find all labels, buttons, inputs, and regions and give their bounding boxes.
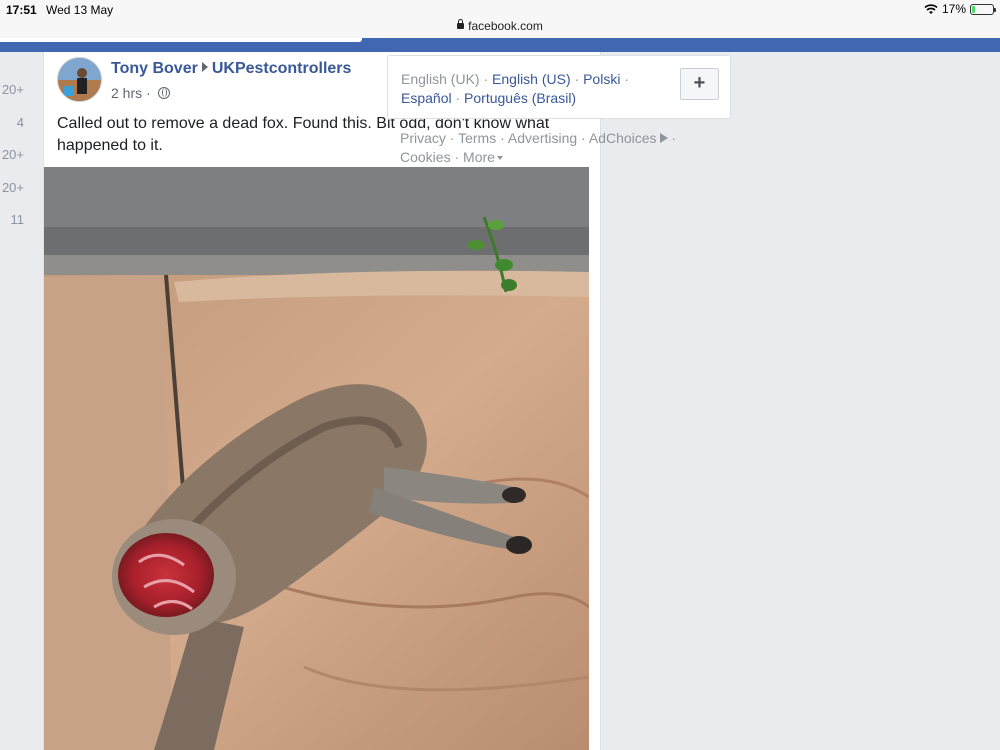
language-list: English (UK) · English (US) · Polski · E…	[401, 71, 630, 106]
post-author-line: Tony Bover UKPestcontrollers	[111, 60, 351, 78]
footer-link-more[interactable]: More	[463, 149, 495, 165]
avatar[interactable]	[57, 57, 102, 102]
footer-links: Privacy · Terms · Advertising · AdChoice…	[400, 130, 677, 165]
footer-link-terms[interactable]: Terms	[458, 130, 496, 146]
battery-percent: 17%	[941, 2, 966, 16]
language-option[interactable]: Português (Brasil)	[464, 90, 576, 106]
footer-link-privacy[interactable]: Privacy	[400, 130, 446, 146]
footer-link-advertising[interactable]: Advertising	[508, 130, 577, 146]
triangle-right-icon	[201, 62, 208, 72]
footer-link-cookies[interactable]: Cookies	[400, 149, 451, 165]
post-timestamp[interactable]: 2 hrs	[111, 85, 142, 101]
count-badge: 20+	[1, 147, 24, 162]
count-badge: 20+	[1, 82, 24, 97]
count-badge: 11	[10, 212, 25, 227]
footer-link-adchoices[interactable]: AdChoices	[589, 130, 657, 146]
ios-status-bar: 17:51 Wed 13 May facebook.com 17%	[0, 0, 1000, 38]
battery-icon	[970, 3, 996, 15]
language-option[interactable]: English (US)	[492, 71, 571, 87]
status-icons: 17%	[924, 2, 996, 16]
globe-icon	[157, 87, 170, 99]
count-badge: 4	[16, 114, 24, 130]
avatar-photo	[58, 58, 101, 101]
address-bar[interactable]: facebook.com	[0, 19, 1000, 33]
date: Wed 13 May	[46, 3, 114, 17]
wifi-icon	[924, 3, 938, 14]
caret-down-icon	[496, 156, 503, 160]
clock: 17:51	[6, 3, 37, 17]
post-meta: 2 hrs ·	[111, 85, 170, 101]
search-bar[interactable]	[0, 38, 362, 42]
current-language: English (UK)	[401, 71, 480, 87]
language-option[interactable]: Español	[401, 90, 452, 106]
adchoices-icon	[659, 133, 668, 143]
author-name[interactable]: Tony Bover	[111, 60, 198, 77]
url-text: facebook.com	[468, 19, 543, 33]
lock-icon	[457, 19, 465, 29]
count-badge: 20+	[1, 179, 24, 195]
group-name[interactable]: UKPestcontrollers	[212, 60, 352, 77]
add-language-button[interactable]: +	[680, 68, 719, 100]
language-option[interactable]: Polski	[583, 71, 620, 87]
battery-fill	[972, 5, 976, 13]
left-count-column: 20+ 4 20+ 20+ 11	[0, 82, 24, 245]
language-selector: English (UK) · English (US) · Polski · E…	[387, 55, 731, 119]
post-photo[interactable]	[44, 167, 589, 750]
